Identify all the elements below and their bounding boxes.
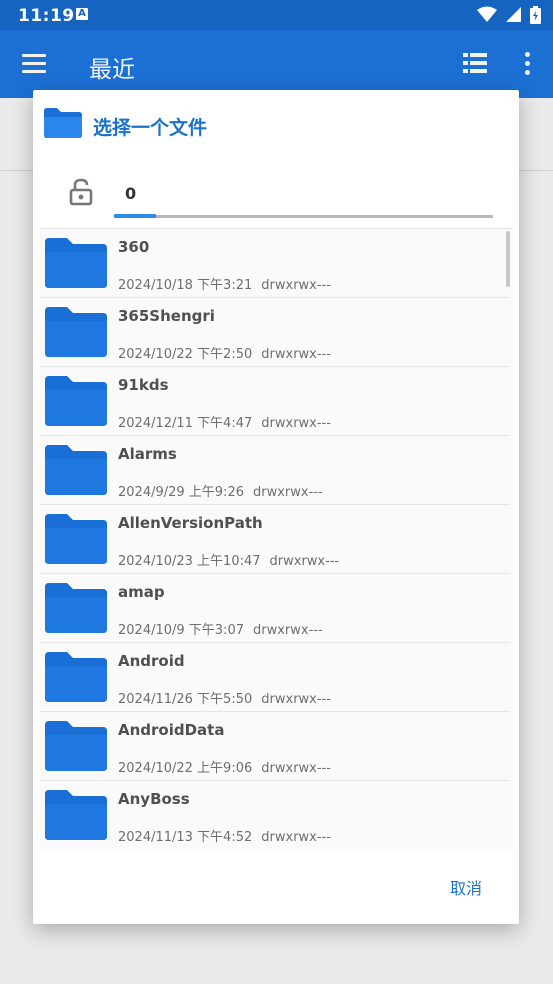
- file-row[interactable]: Android 2024/11/26 下午5:50 drwxrwx---: [40, 643, 510, 712]
- folder-icon: [45, 721, 107, 775]
- file-meta: 2024/9/29 上午9:26 drwxrwx---: [118, 481, 323, 500]
- file-name: 365Shengri: [118, 307, 215, 325]
- signal-icon: [505, 7, 521, 22]
- folder-icon: [45, 652, 107, 706]
- status-time: 11:19: [18, 6, 75, 26]
- file-permissions: drwxrwx---: [261, 692, 331, 707]
- path-scroll-track: [114, 215, 493, 218]
- folder-icon: [45, 790, 107, 844]
- file-date: 2024/11/26 下午5:50: [118, 692, 253, 707]
- file-name: amap: [118, 583, 165, 601]
- folder-icon: [45, 514, 107, 568]
- file-date: 2024/10/22 下午2:50: [118, 347, 253, 362]
- path-scroll-thumb[interactable]: [114, 214, 156, 218]
- file-row[interactable]: 91kds 2024/12/11 下午4:47 drwxrwx---: [40, 367, 510, 436]
- file-row[interactable]: Alarms 2024/9/29 上午9:26 drwxrwx---: [40, 436, 510, 505]
- folder-icon: [45, 583, 107, 637]
- file-picker-dialog: 选择一个文件 0 360 2024/10/18 下午3:21 drwxrwx--- 3…: [33, 90, 519, 924]
- notification-a-icon: A: [76, 8, 88, 20]
- file-permissions: drwxrwx---: [261, 347, 331, 362]
- file-row[interactable]: 365Shengri 2024/10/22 下午2:50 drwxrwx---: [40, 298, 510, 367]
- file-name: Alarms: [118, 445, 177, 463]
- file-date: 2024/11/13 下午4:52: [118, 830, 253, 845]
- file-name: AndroidData: [118, 721, 225, 739]
- lock-icon[interactable]: [69, 178, 93, 206]
- dialog-header: 选择一个文件: [33, 90, 519, 160]
- folder-icon: [45, 307, 107, 361]
- cancel-button[interactable]: 取消: [450, 875, 482, 899]
- file-permissions: drwxrwx---: [269, 554, 340, 569]
- dialog-title: 选择一个文件: [93, 117, 208, 139]
- file-row[interactable]: AllenVersionPath 2024/10/23 上午10:47 drwxrw…: [40, 505, 510, 574]
- file-meta: 2024/10/22 下午2:50 drwxrwx---: [118, 343, 331, 362]
- file-date: 2024/9/29 上午9:26: [118, 485, 244, 500]
- file-meta: 2024/10/18 下午3:21 drwxrwx---: [118, 274, 331, 293]
- file-meta: 2024/11/26 下午5:50 drwxrwx---: [118, 688, 331, 707]
- file-name: Android: [118, 652, 185, 670]
- path-bar: 0: [33, 160, 519, 226]
- file-meta: 2024/11/13 下午4:52 drwxrwx---: [118, 826, 331, 845]
- file-date: 2024/12/11 下午4:47: [118, 416, 253, 431]
- file-date: 2024/10/18 下午3:21: [118, 278, 253, 293]
- battery-icon: [530, 6, 541, 24]
- path-crumb[interactable]: 0: [125, 184, 136, 203]
- file-meta: 2024/10/22 上午9:06 drwxrwx---: [118, 757, 331, 776]
- file-name: 360: [118, 238, 150, 256]
- file-meta: 2024/10/9 下午3:07 drwxrwx---: [118, 619, 323, 638]
- file-row[interactable]: AnyBoss 2024/11/13 下午4:52 drwxrwx---: [40, 781, 510, 849]
- file-permissions: drwxrwx---: [252, 623, 323, 638]
- file-permissions: drwxrwx---: [261, 278, 331, 293]
- folder-icon: [45, 376, 107, 430]
- file-name: AnyBoss: [118, 790, 190, 808]
- file-permissions: drwxrwx---: [261, 830, 331, 845]
- file-list: 360 2024/10/18 下午3:21 drwxrwx--- 365Shengri…: [40, 228, 513, 849]
- file-date: 2024/10/9 下午3:07: [118, 623, 244, 638]
- file-name: 91kds: [118, 376, 169, 394]
- wifi-icon: [476, 6, 497, 22]
- file-permissions: drwxrwx---: [261, 761, 331, 776]
- file-permissions: drwxrwx---: [261, 416, 331, 431]
- file-row[interactable]: 360 2024/10/18 下午3:21 drwxrwx---: [40, 229, 510, 298]
- file-meta: 2024/10/23 上午10:47 drwxrwx---: [118, 550, 339, 569]
- file-row[interactable]: AndroidData 2024/10/22 上午9:06 drwxrwx---: [40, 712, 510, 781]
- folder-icon: [45, 445, 107, 499]
- folder-icon: [45, 238, 107, 292]
- file-date: 2024/10/23 上午10:47: [118, 554, 261, 569]
- file-row[interactable]: amap 2024/10/9 下午3:07 drwxrwx---: [40, 574, 510, 643]
- file-permissions: drwxrwx---: [252, 485, 323, 500]
- file-meta: 2024/12/11 下午4:47 drwxrwx---: [118, 412, 331, 431]
- file-name: AllenVersionPath: [118, 514, 263, 532]
- file-date: 2024/10/22 上午9:06: [118, 761, 253, 776]
- folder-icon: [44, 108, 82, 138]
- status-bar: 11:19 A: [0, 0, 553, 30]
